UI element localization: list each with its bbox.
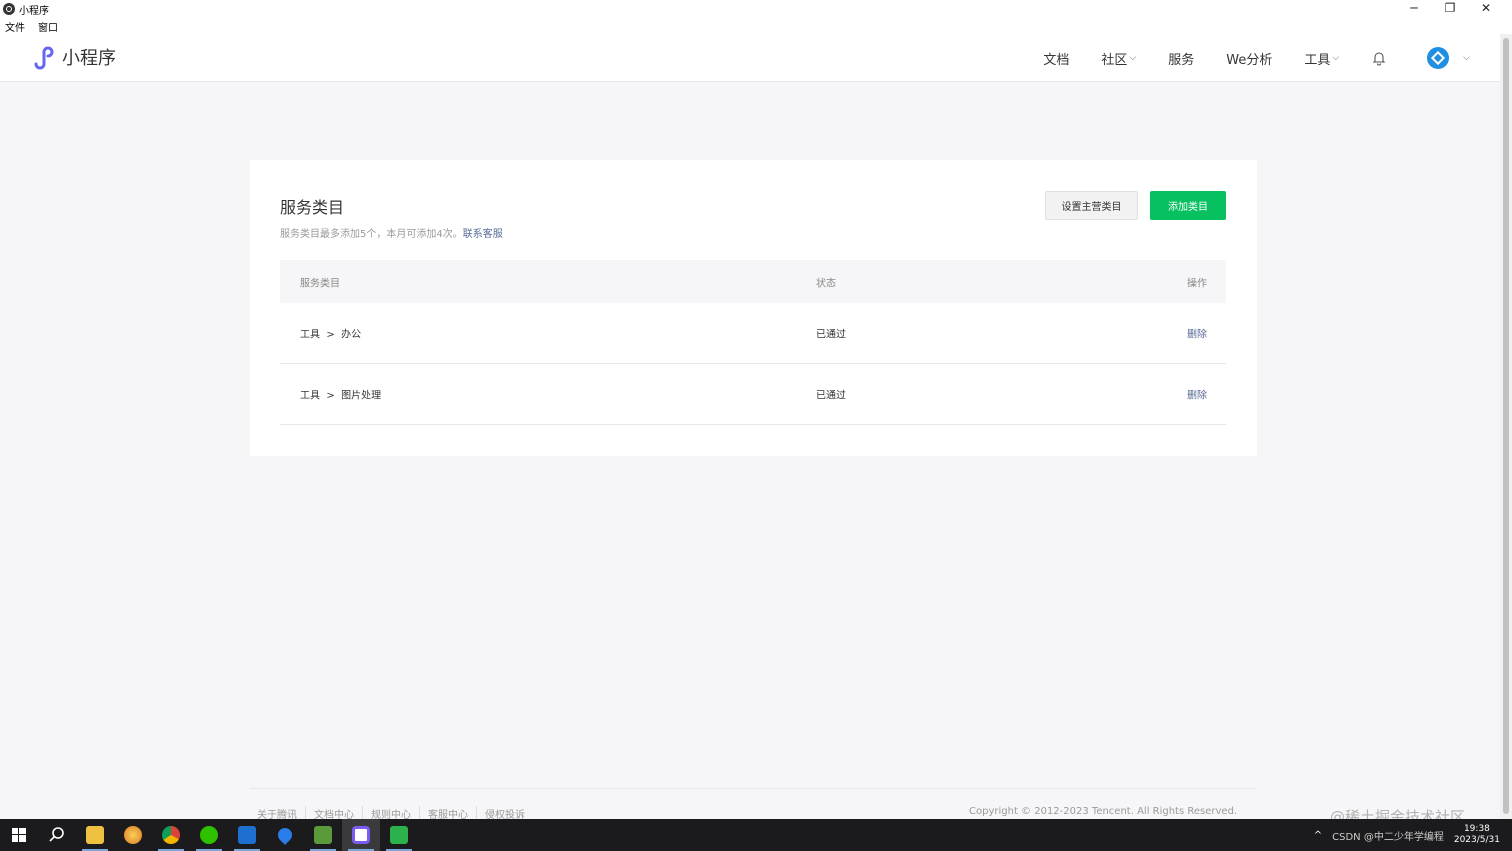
brand[interactable]: 小程序 (30, 44, 116, 70)
scrollbar[interactable] (1500, 34, 1512, 819)
nav-items: 文档 社区 ⌵ 服务 We分析 工具 ⌵ ⌵ (1011, 34, 1470, 82)
window-controls: ─ ❐ ✕ (1396, 0, 1504, 16)
menu-bar: 文件 窗口 (0, 18, 1512, 34)
clock[interactable]: 19:38 2023/5/31 (1454, 824, 1500, 846)
file-explorer-icon[interactable] (76, 819, 114, 851)
category-table: 服务类目 状态 操作 工具 > 办公 已通过 删除 工具 > 图片处理 已通过 … (280, 260, 1226, 425)
app-icon (3, 3, 15, 15)
row-category: 工具 > 图片处理 (300, 390, 382, 402)
windows-start-icon[interactable] (0, 819, 38, 851)
chevron-down-icon: ⌵ (1332, 53, 1340, 63)
contact-support-link[interactable]: 联系客服 (463, 229, 503, 240)
miniprogram-devtools-icon[interactable] (342, 819, 380, 851)
set-main-category-button[interactable]: 设置主营类目 (1045, 191, 1138, 220)
header-category: 服务类目 (300, 278, 340, 289)
minimize-button[interactable]: ─ (1396, 0, 1432, 16)
chevron-down-icon: ⌵ (1129, 53, 1137, 63)
restore-button[interactable]: ❐ (1432, 0, 1468, 16)
delete-link[interactable]: 删除 (1187, 387, 1207, 402)
limit-text: 服务类目最多添加5个，本月可添加4次。 (280, 229, 463, 240)
search-icon[interactable] (38, 819, 76, 851)
app-icon[interactable] (304, 819, 342, 851)
maps-icon[interactable] (266, 819, 304, 851)
chevron-down-icon[interactable]: ⌵ (1463, 53, 1470, 63)
hbuilder-icon[interactable] (380, 819, 418, 851)
nav-community-label: 社区 (1101, 52, 1128, 68)
menu-window[interactable]: 窗口 (38, 19, 58, 34)
menu-file[interactable]: 文件 (5, 19, 25, 34)
nav-analytics[interactable]: We分析 (1226, 49, 1272, 68)
nav-service[interactable]: 服务 (1168, 49, 1194, 68)
tray-text: CSDN @中二少年学编程 (1332, 831, 1444, 843)
clock-time: 19:38 (1463, 824, 1490, 834)
avatar[interactable] (1427, 47, 1450, 69)
miniprogram-logo-icon (34, 46, 54, 70)
card-description: 服务类目最多添加5个，本月可添加4次。联系客服 (280, 225, 503, 240)
app-icon[interactable] (114, 819, 152, 851)
copyright: Copyright © 2012-2023 Tencent. All Right… (969, 806, 1238, 817)
system-tray: ^ CSDN @中二少年学编程 19:38 2023/5/31 (1314, 819, 1512, 851)
nav-tools[interactable]: 工具 ⌵ (1304, 49, 1339, 68)
wechat-icon[interactable] (190, 819, 228, 851)
row-status: 已通过 (816, 329, 846, 341)
nav-analytics-label: We分析 (1226, 52, 1273, 68)
row-status: 已通过 (816, 390, 846, 402)
page-title: 服务类目 (280, 198, 345, 217)
clock-date: 2023/5/31 (1453, 835, 1500, 845)
window-titlebar: 小程序 ─ ❐ ✕ (0, 0, 1512, 18)
add-category-button[interactable]: 添加类目 (1150, 191, 1226, 220)
table-header: 服务类目 状态 操作 (280, 260, 1226, 303)
footer-divider (250, 788, 1257, 789)
delete-link[interactable]: 删除 (1187, 326, 1207, 341)
window-title: 小程序 (19, 5, 49, 17)
nav-docs-label: 文档 (1043, 52, 1070, 68)
table-row: 工具 > 办公 已通过 删除 (280, 303, 1226, 364)
chrome-icon[interactable] (152, 819, 190, 851)
header-status: 状态 (816, 278, 836, 289)
top-nav: 小程序 文档 社区 ⌵ 服务 We分析 工具 ⌵ ⌵ (0, 34, 1500, 82)
chevron-up-icon[interactable]: ^ (1314, 830, 1322, 841)
nav-service-label: 服务 (1168, 52, 1195, 68)
nav-tools-label: 工具 (1304, 52, 1331, 68)
row-category: 工具 > 办公 (300, 329, 362, 341)
bell-icon[interactable] (1371, 50, 1387, 66)
webstorm-icon[interactable] (228, 819, 266, 851)
nav-docs[interactable]: 文档 (1043, 49, 1069, 68)
table-row: 工具 > 图片处理 已通过 删除 (280, 364, 1226, 425)
service-category-card: 服务类目 服务类目最多添加5个，本月可添加4次。联系客服 设置主营类目 添加类目… (250, 160, 1257, 456)
nav-community[interactable]: 社区 ⌵ (1101, 49, 1136, 68)
close-button[interactable]: ✕ (1468, 0, 1504, 16)
brand-name: 小程序 (62, 48, 116, 69)
header-action: 操作 (1187, 278, 1207, 289)
taskbar: ^ CSDN @中二少年学编程 19:38 2023/5/31 (0, 819, 1512, 851)
